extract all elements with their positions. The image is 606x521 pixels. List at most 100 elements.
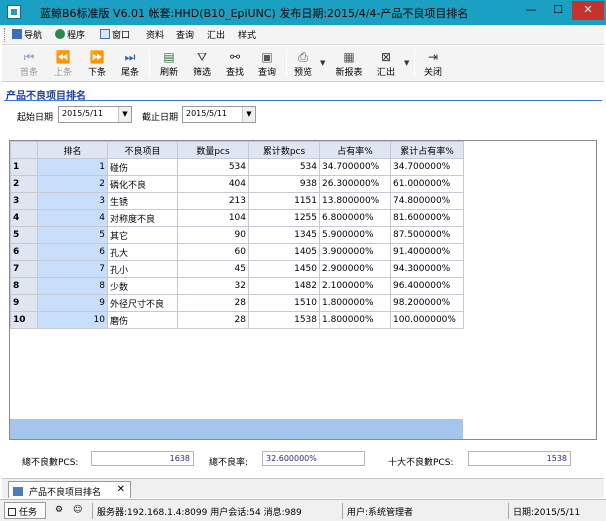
item-cell[interactable]: 外径尺寸不良	[107, 294, 178, 312]
menu-navigate[interactable]: 导航	[12, 28, 42, 42]
rank-cell[interactable]: 3	[37, 192, 108, 210]
column-header-cum-share[interactable]: 累计占有率%	[390, 141, 464, 159]
share-cell[interactable]: 2.100000%	[319, 277, 391, 295]
close-icon[interactable]: ✕	[117, 484, 125, 495]
close-window-button[interactable]: ✕	[572, 1, 604, 20]
prev-record-button[interactable]: ⏪ 上条	[46, 47, 80, 80]
share-cell[interactable]: 5.900000%	[319, 226, 391, 244]
share-cell[interactable]: 2.900000%	[319, 260, 391, 278]
filter-button[interactable]: ⛛ 筛选	[185, 47, 219, 80]
menu-window[interactable]: 窗口	[100, 28, 130, 42]
cum-share-cell[interactable]: 81.600000%	[390, 209, 464, 227]
row-number[interactable]: 10	[10, 311, 38, 329]
rank-cell[interactable]: 2	[37, 175, 108, 193]
table-row[interactable]: 9 9 外径尺寸不良 28 1510 1.800000% 98.200000%	[10, 294, 464, 312]
row-number[interactable]: 8	[10, 277, 38, 295]
cum-qty-cell[interactable]: 1538	[248, 311, 320, 329]
chevron-down-icon[interactable]: ▼	[242, 107, 255, 122]
share-cell[interactable]: 26.300000%	[319, 175, 391, 193]
minimize-button[interactable]: —	[518, 1, 544, 20]
qty-cell[interactable]: 404	[177, 175, 249, 193]
column-header-item[interactable]: 不良项目	[107, 141, 178, 159]
rank-cell[interactable]: 9	[37, 294, 108, 312]
qty-cell[interactable]: 28	[177, 294, 249, 312]
preview-dropdown-arrow[interactable]: ▼	[320, 59, 325, 67]
share-cell[interactable]: 1.800000%	[319, 311, 391, 329]
cum-qty-cell[interactable]: 534	[248, 158, 320, 176]
cum-qty-cell[interactable]: 1405	[248, 243, 320, 261]
item-cell[interactable]: 其它	[107, 226, 178, 244]
share-cell[interactable]: 13.800000%	[319, 192, 391, 210]
cum-qty-cell[interactable]: 1151	[248, 192, 320, 210]
table-row[interactable]: 3 3 生锈 213 1151 13.800000% 74.800000%	[10, 192, 464, 210]
close-button[interactable]: ⇥ 关闭	[416, 47, 450, 80]
qty-cell[interactable]: 45	[177, 260, 249, 278]
table-row[interactable]: 1 1 碰伤 534 534 34.700000% 34.700000%	[10, 158, 464, 176]
rank-cell[interactable]: 5	[37, 226, 108, 244]
qty-cell[interactable]: 90	[177, 226, 249, 244]
user-icon[interactable]: ☺	[70, 503, 84, 519]
share-cell[interactable]: 34.700000%	[319, 158, 391, 176]
item-cell[interactable]: 孔小	[107, 260, 178, 278]
defect-ranking-grid[interactable]: 排名 不良项目 数量pcs 累计数pcs 占有率% 累计占有率% 1 1 碰伤 534…	[9, 140, 597, 440]
last-record-button[interactable]: ⏭ 尾条	[113, 47, 147, 80]
table-row[interactable]: 5 5 其它 90 1345 5.900000% 87.500000%	[10, 226, 464, 244]
table-row[interactable]: 4 4 对称度不良 104 1255 6.800000% 81.600000%	[10, 209, 464, 227]
export-dropdown-arrow[interactable]: ▼	[404, 59, 409, 67]
refresh-button[interactable]: ▤ 刷新	[152, 47, 186, 80]
row-number[interactable]: 6	[10, 243, 38, 261]
query-button[interactable]: ▣ 查询	[250, 47, 284, 80]
column-header-share[interactable]: 占有率%	[319, 141, 391, 159]
row-number[interactable]: 2	[10, 175, 38, 193]
cum-share-cell[interactable]: 91.400000%	[390, 243, 464, 261]
row-number[interactable]: 1	[10, 158, 38, 176]
cum-share-cell[interactable]: 100.000000%	[390, 311, 464, 329]
qty-cell[interactable]: 213	[177, 192, 249, 210]
qty-cell[interactable]: 104	[177, 209, 249, 227]
share-cell[interactable]: 3.900000%	[319, 243, 391, 261]
end-date-picker[interactable]: 2015/5/11 ▼	[182, 106, 256, 123]
rank-cell[interactable]: 1	[37, 158, 108, 176]
find-button[interactable]: ⚯ 查找	[218, 47, 252, 80]
next-record-button[interactable]: ⏩ 下条	[80, 47, 114, 80]
menu-data[interactable]: 资料	[146, 28, 164, 42]
item-cell[interactable]: 生锈	[107, 192, 178, 210]
cum-qty-cell[interactable]: 1450	[248, 260, 320, 278]
cum-qty-cell[interactable]: 1510	[248, 294, 320, 312]
total-defect-field[interactable]: 1638	[91, 451, 194, 466]
top10-defect-field[interactable]: 1538	[468, 451, 571, 466]
cum-share-cell[interactable]: 61.000000%	[390, 175, 464, 193]
table-row[interactable]: 6 6 孔大 60 1405 3.900000% 91.400000%	[10, 243, 464, 261]
cum-share-cell[interactable]: 74.800000%	[390, 192, 464, 210]
cum-qty-cell[interactable]: 1345	[248, 226, 320, 244]
menu-export[interactable]: 汇出	[207, 28, 225, 42]
cum-qty-cell[interactable]: 938	[248, 175, 320, 193]
qty-cell[interactable]: 534	[177, 158, 249, 176]
item-cell[interactable]: 磨伤	[107, 311, 178, 329]
item-cell[interactable]: 少数	[107, 277, 178, 295]
tab-defect-ranking[interactable]: 产品不良项目排名 ✕	[8, 481, 131, 498]
row-number[interactable]: 4	[10, 209, 38, 227]
item-cell[interactable]: 孔大	[107, 243, 178, 261]
menu-query[interactable]: 查询	[176, 28, 194, 42]
cum-share-cell[interactable]: 34.700000%	[390, 158, 464, 176]
column-header-qty[interactable]: 数量pcs	[177, 141, 249, 159]
rank-cell[interactable]: 4	[37, 209, 108, 227]
share-cell[interactable]: 1.800000%	[319, 294, 391, 312]
item-cell[interactable]: 碰伤	[107, 158, 178, 176]
rank-cell[interactable]: 6	[37, 243, 108, 261]
row-number[interactable]: 9	[10, 294, 38, 312]
menu-program[interactable]: 程序	[55, 28, 85, 42]
table-row[interactable]: 2 2 磷化不良 404 938 26.300000% 61.000000%	[10, 175, 464, 193]
cum-share-cell[interactable]: 98.200000%	[390, 294, 464, 312]
rank-cell[interactable]: 7	[37, 260, 108, 278]
column-header-cum-qty[interactable]: 累计数pcs	[248, 141, 320, 159]
table-row[interactable]: 8 8 少数 32 1482 2.100000% 96.400000%	[10, 277, 464, 295]
cum-share-cell[interactable]: 96.400000%	[390, 277, 464, 295]
cum-qty-cell[interactable]: 1482	[248, 277, 320, 295]
new-report-button[interactable]: ▦ 新报表	[332, 47, 366, 80]
preview-button[interactable]: ⎙ 预览	[286, 47, 320, 80]
maximize-button[interactable]: ☐	[545, 1, 571, 20]
qty-cell[interactable]: 60	[177, 243, 249, 261]
qty-cell[interactable]: 32	[177, 277, 249, 295]
